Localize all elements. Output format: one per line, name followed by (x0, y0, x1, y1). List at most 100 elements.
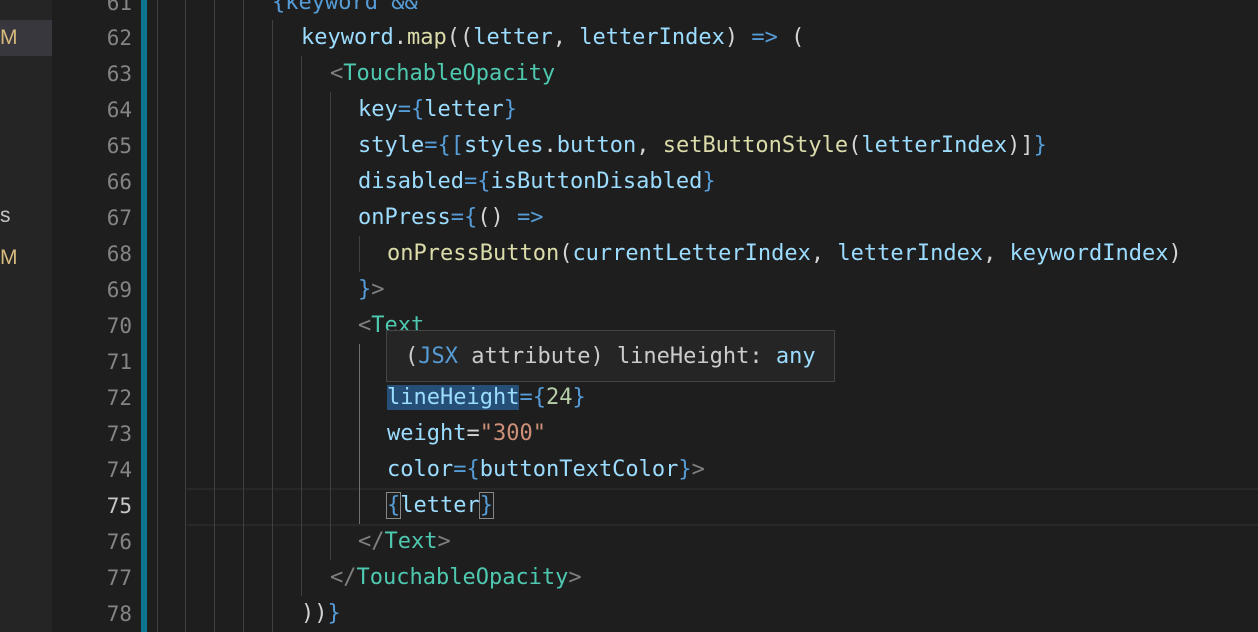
code-token: weight (387, 421, 467, 446)
code-token: )] (1007, 133, 1034, 158)
code-token: TouchableOpacity (343, 61, 556, 86)
code-token: letter (424, 97, 504, 122)
code-token: > (437, 529, 451, 554)
code-token: setButtonStyle (662, 133, 849, 158)
line-number: 61 (106, 0, 132, 15)
code-token: } (572, 385, 586, 410)
indent-guide (330, 92, 331, 560)
code-token: = (466, 421, 480, 446)
indent-guide (243, 0, 244, 632)
code-line-73: weight="300" (387, 416, 1258, 452)
code-token: . (393, 25, 407, 50)
code-token-hovered[interactable]: lineHeight (387, 385, 520, 410)
code-line-63: <TouchableOpacity (330, 56, 1258, 92)
code-token: ( (848, 133, 862, 158)
git-modified-badge: M (0, 246, 18, 269)
code-token: TouchableOpacity (356, 565, 569, 590)
code-token: . (543, 133, 557, 158)
tooltip-text: ( (405, 344, 419, 369)
code-token: onPressButton (387, 241, 560, 266)
line-number: 78 (106, 602, 132, 626)
code-token: buttonTextColor (479, 457, 679, 482)
code-token: button (556, 133, 637, 158)
code-token: disabled (358, 169, 464, 194)
code-line-68: onPressButton(currentLetterIndex, letter… (387, 236, 1258, 272)
code-token: } (358, 277, 372, 302)
code-token: ={ (453, 457, 480, 482)
code-token: < (358, 313, 372, 338)
code-token: , (810, 241, 838, 266)
code-token: map (406, 25, 447, 50)
code-token: } (1033, 133, 1047, 158)
code-line-75: {letter} (385, 488, 1258, 524)
line-number-active: 75 (106, 494, 132, 518)
code-token: color (387, 457, 454, 482)
code-line-67: onPress={() => (358, 200, 1258, 236)
code-token: ( (559, 241, 573, 266)
code-token: Text (384, 529, 438, 554)
code-token: onPress (358, 205, 451, 230)
code-line-66: disabled={isButtonDisabled} (358, 164, 1258, 200)
indent-guide (359, 236, 360, 272)
line-number: 67 (106, 206, 132, 230)
line-number: 63 (106, 62, 132, 86)
line-number: 77 (106, 566, 132, 590)
code-token: } (702, 169, 716, 194)
code-token: letter (400, 493, 480, 518)
hover-tooltip: (JSX attribute) lineHeight: any (386, 330, 835, 382)
code-token: ( (777, 25, 805, 50)
code-token: </ (358, 529, 385, 554)
code-token: , (636, 133, 663, 158)
code-token: letter (473, 25, 553, 50)
code-token: ={ (463, 169, 491, 194)
indent-guide-active (359, 344, 360, 524)
code-line-74: color={buttonTextColor}> (387, 452, 1258, 488)
code-token: ={ (450, 205, 478, 230)
code-line-61: {keyword && (272, 0, 1258, 21)
line-number: 74 (106, 458, 132, 482)
indent-guide (301, 56, 302, 596)
explorer-item-modified[interactable]: M (0, 20, 52, 56)
line-number: 72 (106, 386, 132, 410)
code-token: style (358, 133, 425, 158)
code-token: </ (330, 565, 357, 590)
code-token: letterIndex (579, 25, 725, 50)
code-line-72: lineHeight={24} (387, 380, 1258, 416)
line-number: 65 (106, 134, 132, 158)
code-token: () (477, 205, 517, 230)
code-token: {keyword && (272, 0, 418, 15)
code-line-62: keyword.map((letter, letterIndex) => ( (301, 20, 1258, 56)
line-number: 76 (106, 530, 132, 554)
line-number-gutter[interactable]: 61 62 63 64 65 66 67 68 69 70 71 72 73 7… (52, 0, 140, 632)
explorer-item-label: s (0, 204, 11, 227)
indent-guide (214, 0, 215, 632)
code-token: > (568, 565, 582, 590)
line-number: 68 (106, 242, 132, 266)
code-token: letterIndex (861, 133, 1008, 158)
code-token: < (330, 61, 344, 86)
line-number: 70 (106, 314, 132, 338)
explorer-item-modified[interactable]: M (0, 240, 52, 276)
explorer-item[interactable]: s (0, 198, 52, 234)
code-token: keyword (301, 25, 394, 50)
tooltip-kind: JSX (418, 344, 458, 369)
code-token: currentLetterIndex (572, 241, 811, 266)
code-line-64: key={letter} (358, 92, 1258, 128)
line-number: 69 (106, 278, 132, 302)
code-line-78: ))} (301, 596, 1258, 632)
code-line-77: </TouchableOpacity> (330, 560, 1258, 596)
code-token: )) (301, 601, 328, 626)
code-line-69: }> (358, 272, 1258, 308)
code-token: key (358, 97, 398, 122)
code-token: > (371, 277, 385, 302)
code-token: ) (724, 25, 752, 50)
explorer-panel: M s M (0, 0, 52, 632)
code-token: ={ (519, 385, 546, 410)
matched-bracket: } (478, 492, 495, 519)
code-token: keywordIndex (1009, 241, 1169, 266)
code-token: (( (446, 25, 474, 50)
line-number: 62 (106, 26, 132, 50)
code-token: "300" (479, 421, 546, 446)
line-number: 71 (106, 350, 132, 374)
editor-text-area[interactable]: {keyword && keyword.map((letter, letterI… (147, 0, 1258, 632)
